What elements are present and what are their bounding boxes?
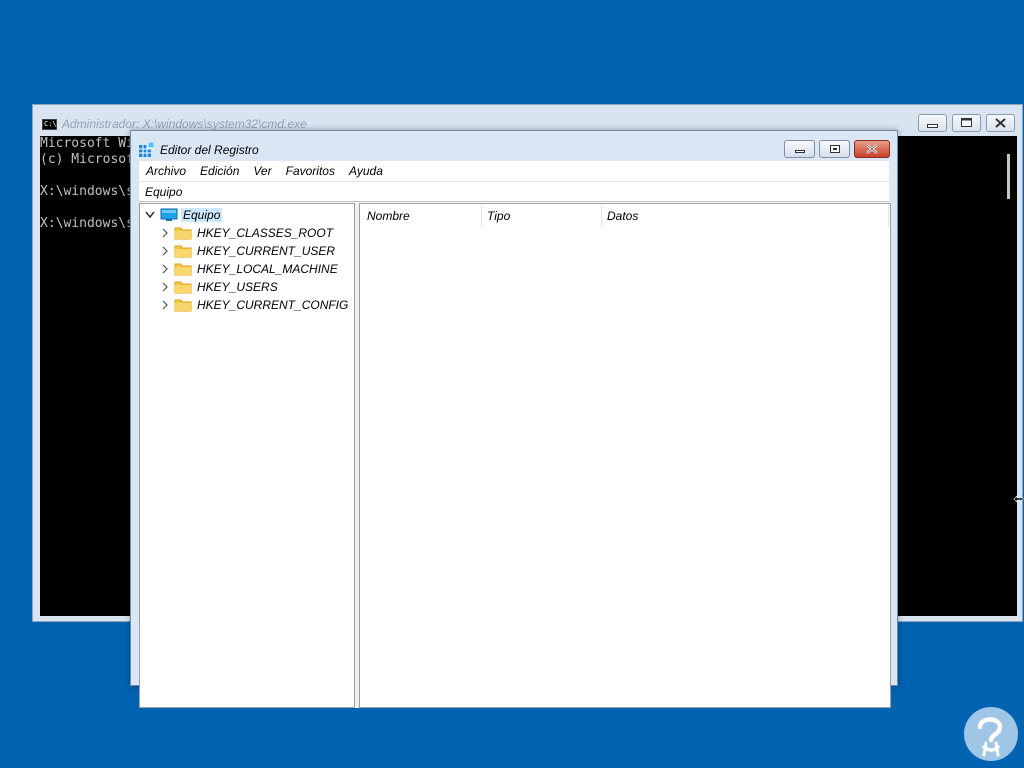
chevron-right-icon[interactable] [160, 300, 170, 310]
maximize-icon [961, 118, 972, 127]
cmd-window-title: Administrador: X:\windows\system32\cmd.e… [62, 117, 307, 131]
tree-item-hkey-classes-root[interactable]: HKEY_CLASSES_ROOT [160, 224, 333, 242]
chevron-down-icon[interactable] [144, 210, 156, 220]
column-separator[interactable] [601, 205, 602, 227]
column-header-label: Datos [607, 209, 639, 223]
menu-favoritos[interactable]: Favoritos [279, 161, 342, 181]
chevron-right-icon[interactable] [160, 282, 170, 292]
tree-item-hkey-users[interactable]: HKEY_USERS [160, 278, 278, 296]
folder-icon [174, 263, 192, 276]
column-header-nombre[interactable]: Nombre [367, 204, 481, 228]
cmd-scrollbar[interactable] [1000, 136, 1017, 616]
column-header-label: Tipo [487, 209, 511, 223]
cmd-icon: C:\. [42, 119, 61, 130]
tree-label: HKEY_CURRENT_USER [197, 244, 336, 258]
console-line: X:\windows\s [40, 184, 134, 199]
close-icon [866, 144, 878, 154]
console-line: Microsoft Wi [40, 136, 134, 151]
menu-ver[interactable]: Ver [246, 161, 278, 181]
tree-label: Equipo [181, 208, 223, 222]
help-logo-icon [964, 707, 1018, 761]
chevron-right-icon[interactable] [160, 264, 170, 274]
regedit-client-area: Archivo Edición Ver Favoritos Ayuda Equi… [139, 161, 891, 708]
tree-label: HKEY_LOCAL_MACHINE [197, 262, 338, 276]
regedit-maximize-button[interactable] [819, 140, 850, 158]
regedit-window-title: Editor del Registro [160, 143, 259, 157]
folder-icon [174, 227, 192, 240]
address-text: Equipo [145, 185, 183, 199]
cmd-scrollbar-thumb[interactable] [1007, 154, 1010, 199]
menu-archivo[interactable]: Archivo [139, 161, 193, 181]
folder-icon [174, 299, 192, 312]
cmd-maximize-button[interactable] [952, 114, 981, 132]
tree-item-hkey-current-user[interactable]: HKEY_CURRENT_USER [160, 242, 335, 260]
regedit-titlebar[interactable]: Editor del Registro [131, 131, 897, 161]
tree-label: HKEY_USERS [197, 280, 278, 294]
cmd-minimize-button[interactable] [918, 114, 947, 132]
address-bar[interactable]: Equipo [139, 181, 889, 202]
tree-item-hkey-current-config[interactable]: HKEY_CURRENT_CONFIG [160, 296, 348, 314]
chevron-right-icon[interactable] [160, 228, 170, 238]
minimize-icon [795, 150, 805, 153]
cmd-icon-text: C:\. [44, 120, 61, 128]
tree-label: HKEY_CURRENT_CONFIG [197, 298, 349, 312]
computer-icon [160, 208, 178, 221]
maximize-icon [830, 145, 840, 153]
column-separator[interactable] [481, 205, 482, 227]
column-header-label: Nombre [367, 209, 410, 223]
regedit-close-button[interactable] [854, 140, 890, 158]
tree-pane[interactable]: Equipo HKEY_CLASSES_ROOT HKEY_CURRENT_US… [139, 203, 355, 708]
resize-cursor-icon [1013, 495, 1024, 503]
regedit-window[interactable]: Editor del Registro Archivo Edición Ver … [130, 130, 898, 708]
column-separator[interactable] [888, 205, 889, 227]
tree-item-equipo[interactable]: Equipo [144, 206, 223, 224]
tree-item-hkey-local-machine[interactable]: HKEY_LOCAL_MACHINE [160, 260, 338, 278]
menu-edicion[interactable]: Edición [193, 161, 246, 181]
cmd-close-button[interactable] [986, 114, 1015, 132]
values-list-pane[interactable]: Nombre Tipo Datos [359, 203, 891, 708]
close-icon [995, 118, 1006, 128]
column-header-tipo[interactable]: Tipo [487, 204, 600, 228]
chevron-right-icon[interactable] [160, 246, 170, 256]
console-line: (c) Microsof [40, 152, 134, 167]
column-header-datos[interactable]: Datos [607, 204, 727, 228]
regedit-minimize-button[interactable] [784, 140, 815, 158]
console-line: X:\windows\s [40, 216, 134, 231]
menu-ayuda[interactable]: Ayuda [342, 161, 390, 181]
menu-bar: Archivo Edición Ver Favoritos Ayuda [139, 161, 889, 181]
tree-label: HKEY_CLASSES_ROOT [197, 226, 334, 240]
minimize-icon [927, 124, 938, 128]
folder-icon [174, 245, 192, 258]
folder-icon [174, 281, 192, 294]
regedit-icon [139, 142, 154, 157]
